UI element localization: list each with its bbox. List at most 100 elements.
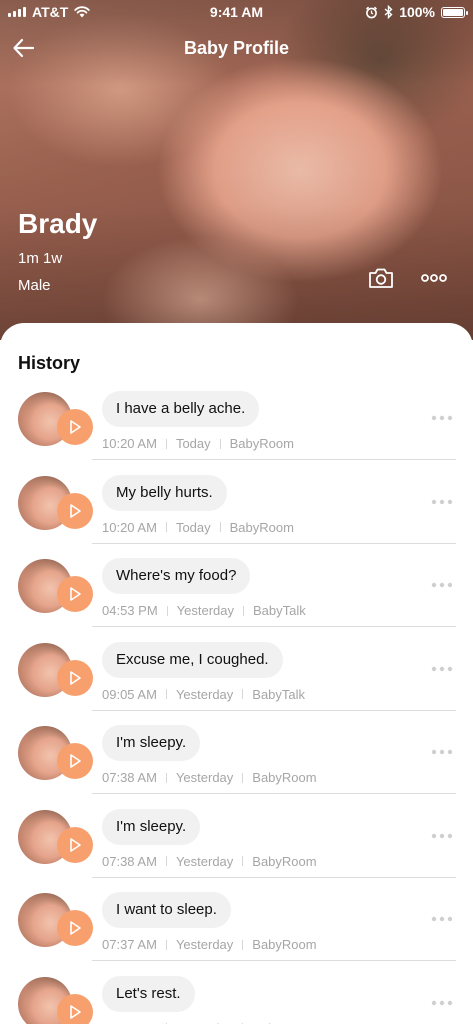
message-time: 07:38 AM — [102, 770, 157, 785]
history-item[interactable]: I'm sleepy. 07:38 AM Yesterday BabyRoom — [0, 806, 473, 890]
message-device: BabyTalk — [252, 686, 306, 702]
meta-divider — [165, 772, 167, 783]
play-icon — [70, 754, 81, 768]
meta-divider — [165, 522, 167, 532]
row-divider — [92, 876, 456, 878]
play-button[interactable] — [57, 993, 93, 1024]
row-divider — [92, 793, 456, 794]
message-bubble: Let's rest. — [102, 975, 195, 1012]
baby-age: 1m 1w — [18, 250, 63, 267]
meta-divider — [219, 522, 221, 532]
row-divider — [92, 542, 456, 544]
message-meta: 07:38 AM Yesterday BabyRoom — [102, 854, 317, 869]
message-time: 10:20 AM — [102, 436, 157, 451]
message-day: Yesterday — [175, 686, 234, 702]
bluetooth-icon — [384, 5, 393, 19]
more-options-icon[interactable] — [431, 665, 453, 673]
message-bubble: I'm sleepy. — [102, 725, 201, 761]
play-icon — [70, 921, 81, 935]
history-list: I have a belly ache. 10:20 AM Today Baby… — [0, 388, 473, 1024]
message-bubble: My belly hurts. — [102, 474, 227, 511]
message-meta: 04:53 PM Yesterday BabyTalk — [102, 603, 306, 618]
meta-divider — [165, 939, 167, 950]
meta-divider — [242, 689, 244, 699]
message-device: BabyRoom — [252, 853, 317, 869]
more-options-icon[interactable] — [431, 498, 453, 506]
history-item[interactable]: I'm sleepy. 07:38 AM Yesterday BabyRoom — [0, 722, 473, 806]
message-meta: 09:05 AM Yesterday BabyTalk — [102, 687, 305, 702]
more-options-icon[interactable] — [431, 581, 453, 589]
message-time: 07:38 AM — [102, 853, 157, 869]
message-meta: 10:20 AM Today BabyRoom — [102, 436, 294, 451]
message-time: 10:20 AM — [102, 519, 157, 535]
history-sheet: History I have a belly ache. 10:20 AM To… — [0, 323, 473, 1024]
row-divider — [92, 709, 456, 711]
play-icon — [70, 837, 81, 852]
baby-profile-info: Brady 1m 1w Male — [18, 208, 97, 294]
more-options-icon[interactable] — [431, 748, 453, 756]
meta-divider — [166, 605, 168, 616]
message-device: BabyRoom — [229, 519, 294, 535]
more-options-icon[interactable] — [431, 832, 453, 840]
play-button[interactable] — [57, 743, 93, 779]
camera-icon[interactable] — [367, 266, 395, 290]
message-meta: 07:38 AM Yesterday BabyRoom — [102, 770, 317, 785]
message-day: Yesterday — [175, 853, 234, 869]
message-day: Yesterday — [176, 603, 234, 618]
history-item[interactable]: Excuse me, I coughed. 09:05 AM Yesterday… — [0, 639, 473, 723]
more-options-icon[interactable] — [431, 414, 453, 422]
play-button[interactable] — [57, 576, 93, 612]
message-time: 09:05 AM — [102, 686, 157, 702]
message-meta: 07:37 AM Yesterday BabyRoom — [102, 937, 317, 952]
message-device: BabyTalk — [253, 603, 306, 618]
history-item[interactable]: My belly hurts. 10:20 AM Today BabyRoom — [0, 472, 473, 556]
message-time: 07:37 AM — [102, 937, 157, 952]
row-divider — [92, 459, 456, 460]
baby-gender: Male — [18, 277, 51, 294]
battery-percentage: 100% — [399, 4, 435, 20]
message-time: 07:36 AM — [102, 1021, 157, 1024]
message-day: Yesterday — [175, 937, 234, 952]
message-day: Today — [175, 436, 211, 451]
status-bar: AT&T 9:41 AM 100% — [0, 0, 473, 24]
meta-divider — [219, 438, 221, 449]
battery-icon — [441, 6, 468, 18]
baby-name: Brady — [18, 208, 98, 239]
meta-divider — [242, 772, 244, 783]
row-divider — [92, 626, 456, 627]
message-meta: 10:20 AM Today BabyRoom — [102, 520, 294, 535]
meta-divider — [165, 438, 167, 449]
history-item[interactable]: Let's rest. 07:36 AM Yesterday BabyRoom — [0, 973, 473, 1024]
play-button[interactable] — [57, 659, 93, 696]
play-button[interactable] — [57, 492, 93, 529]
meta-divider — [243, 605, 244, 616]
message-day: Today — [175, 519, 211, 535]
history-title: History — [18, 353, 81, 373]
alarm-icon — [366, 6, 378, 18]
play-button[interactable] — [57, 910, 93, 946]
more-options-icon[interactable] — [431, 915, 453, 923]
message-bubble: I'm sleepy. — [102, 808, 201, 845]
message-bubble: Excuse me, I coughed. — [102, 641, 283, 678]
meta-divider — [242, 939, 244, 950]
row-divider — [92, 960, 456, 961]
play-icon — [70, 587, 81, 601]
message-device: BabyRoom — [229, 436, 294, 451]
play-icon — [70, 670, 81, 685]
meta-divider — [165, 689, 167, 699]
history-item[interactable]: I want to sleep. 07:37 AM Yesterday Baby… — [0, 889, 473, 973]
history-item[interactable]: Where's my food? 04:53 PM Yesterday Baby… — [0, 555, 473, 639]
more-options-icon[interactable] — [420, 268, 448, 288]
play-button[interactable] — [57, 409, 93, 445]
message-day: Yesterday — [175, 770, 234, 785]
navigation-bar: Baby Profile — [0, 30, 473, 66]
message-device: BabyRoom — [252, 1021, 316, 1024]
play-icon — [70, 503, 81, 518]
message-device: BabyRoom — [252, 937, 317, 952]
play-icon — [70, 1004, 81, 1019]
message-bubble: Where's my food? — [102, 558, 251, 594]
play-button[interactable] — [57, 826, 93, 863]
meta-divider — [242, 856, 244, 866]
more-options-icon[interactable] — [431, 999, 453, 1007]
history-item[interactable]: I have a belly ache. 10:20 AM Today Baby… — [0, 388, 473, 472]
